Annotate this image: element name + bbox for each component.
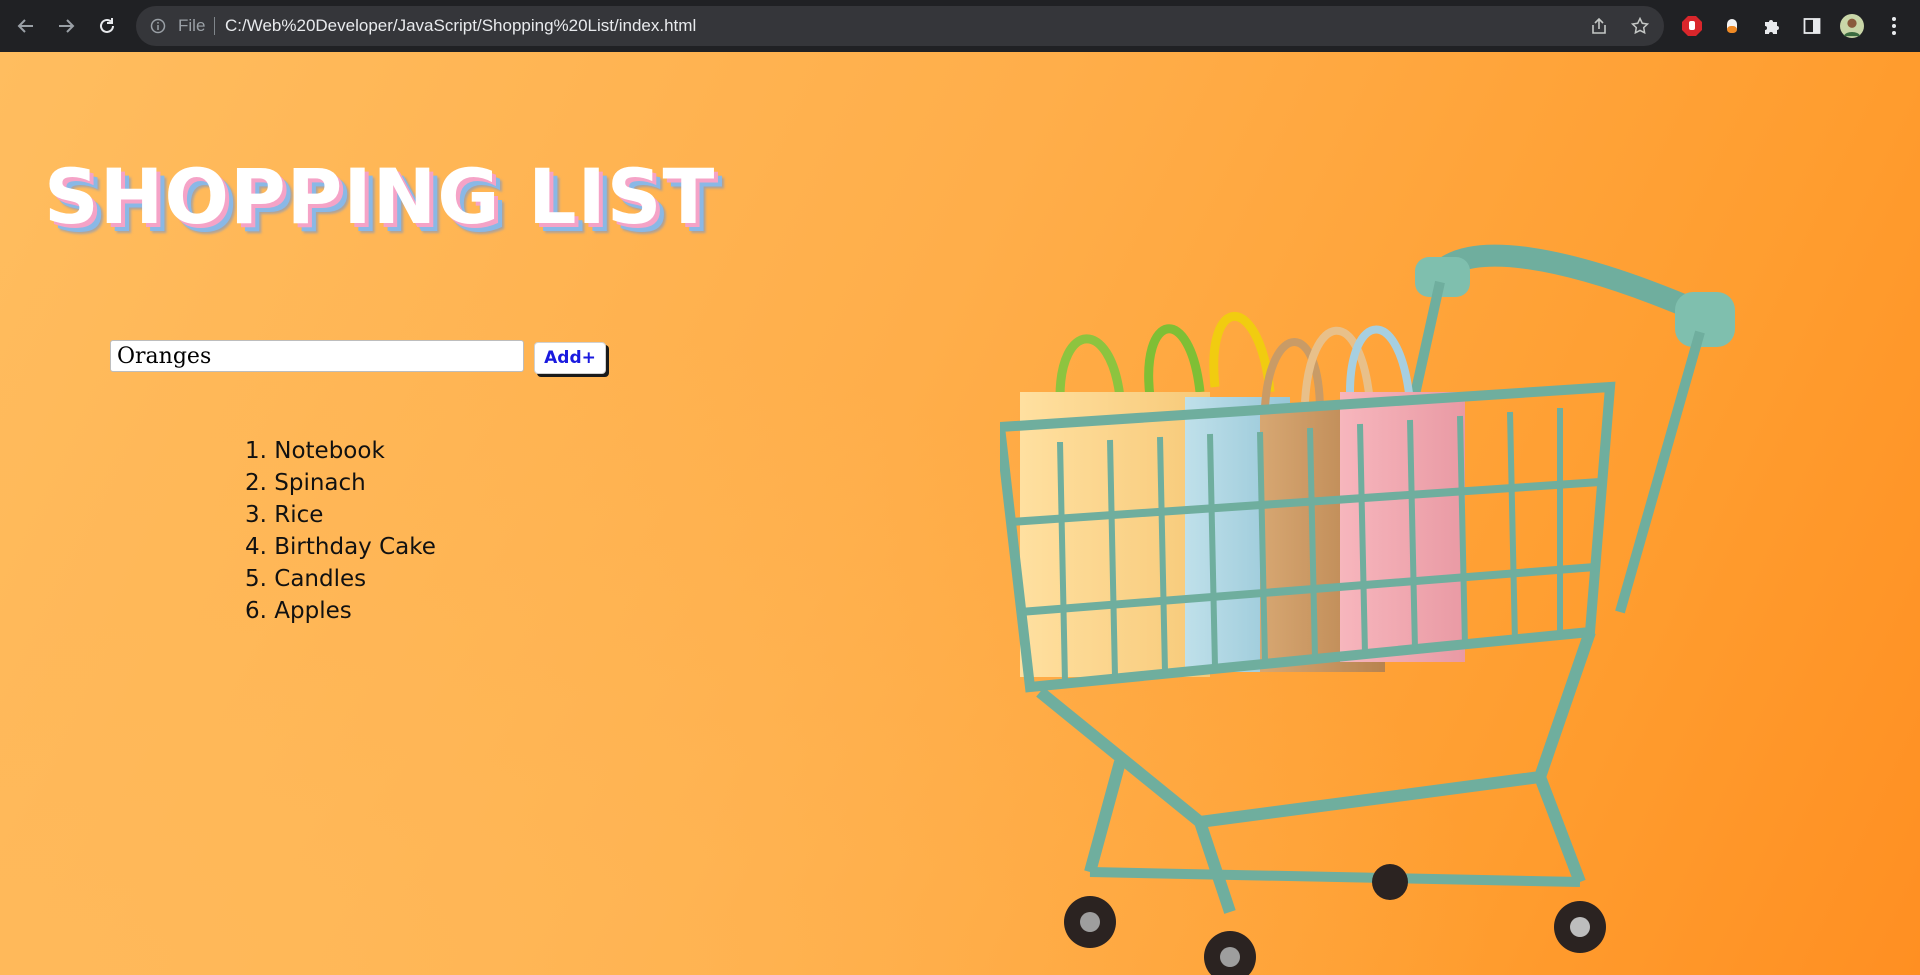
puzzle-icon[interactable]	[1760, 14, 1784, 38]
list-item: 6. Apples	[245, 595, 436, 627]
kebab-menu-icon[interactable]	[1882, 14, 1906, 38]
add-button[interactable]: Add+	[534, 342, 606, 374]
profile-avatar[interactable]	[1840, 14, 1864, 38]
list-item-label: Candles	[274, 566, 367, 592]
list-item-label: Notebook	[274, 438, 385, 464]
url-text[interactable]: C:/Web%20Developer/JavaScript/Shopping%2…	[225, 16, 696, 36]
list-item-number: 6.	[245, 598, 267, 624]
info-icon[interactable]	[150, 18, 166, 34]
browser-toolbar: File C:/Web%20Developer/JavaScript/Shopp…	[0, 0, 1920, 52]
extension-icon[interactable]	[1720, 14, 1744, 38]
address-bar[interactable]: File C:/Web%20Developer/JavaScript/Shopp…	[136, 6, 1664, 46]
page-title: SHOPPING LIST	[44, 152, 716, 241]
list-item: 4. Birthday Cake	[245, 531, 436, 563]
forward-arrow-icon[interactable]	[54, 14, 78, 38]
list-item-label: Rice	[274, 502, 324, 528]
list-item: 3. Rice	[245, 499, 436, 531]
list-item: 1. Notebook	[245, 435, 436, 467]
adblock-extension-icon[interactable]	[1680, 14, 1704, 38]
shopping-cart-image	[1000, 244, 1735, 975]
back-arrow-icon[interactable]	[14, 14, 38, 38]
file-scheme-label: File	[178, 16, 206, 35]
list-item: 5. Candles	[245, 563, 436, 595]
page-background: SHOPPING LIST Add+ 1. Notebook 2. Spinac…	[0, 52, 1920, 975]
shopping-list: 1. Notebook 2. Spinach 3. Rice 4. Birthd…	[245, 435, 436, 627]
list-item-number: 4.	[245, 534, 267, 560]
list-item-label: Birthday Cake	[274, 534, 436, 560]
item-input[interactable]	[110, 340, 524, 372]
reload-icon[interactable]	[95, 14, 119, 38]
star-icon[interactable]	[1630, 16, 1650, 35]
list-item-number: 1.	[245, 438, 267, 464]
list-item-number: 5.	[245, 566, 267, 592]
list-item-label: Apples	[274, 598, 352, 624]
list-item-label: Spinach	[274, 470, 366, 496]
omnibox-divider	[214, 17, 215, 35]
side-panel-icon[interactable]	[1800, 14, 1824, 38]
list-item: 2. Spinach	[245, 467, 436, 499]
list-item-number: 3.	[245, 502, 267, 528]
list-item-number: 2.	[245, 470, 267, 496]
share-icon[interactable]	[1590, 17, 1608, 35]
